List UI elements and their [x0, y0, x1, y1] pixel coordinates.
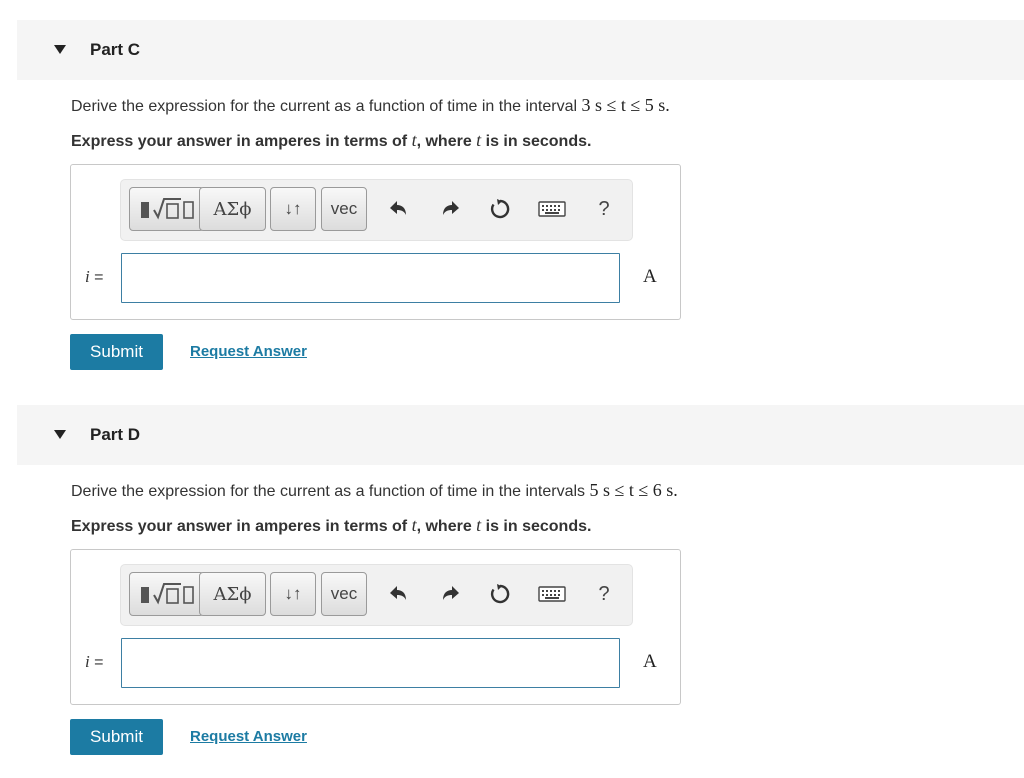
reset-icon[interactable] [485, 579, 515, 609]
question-text: Derive the expression for the current as… [71, 480, 678, 500]
unit-label: A [643, 266, 657, 287]
undo-icon[interactable] [383, 579, 413, 609]
answer-input[interactable] [121, 638, 620, 688]
arrows-button[interactable]: ↓↑ [270, 572, 316, 616]
question-text: Derive the expression for the current as… [71, 95, 670, 115]
templates-icon [140, 198, 194, 220]
variable-label: i = [85, 267, 104, 286]
request-answer-link[interactable]: Request Answer [190, 343, 307, 360]
part-c-header[interactable]: Part C [17, 20, 1024, 80]
part-c: Part C Derive the expression for the cur… [0, 20, 1024, 390]
keyboard-icon[interactable] [537, 579, 567, 609]
answer-box: ΑΣϕ ↓↑ vec ? i = A [70, 549, 681, 705]
redo-icon[interactable] [436, 579, 466, 609]
collapse-triangle-icon[interactable] [54, 430, 66, 439]
keyboard-icon[interactable] [537, 194, 567, 224]
redo-icon[interactable] [436, 194, 466, 224]
greek-symbols-button[interactable]: ΑΣϕ [199, 187, 266, 231]
greek-symbols-button[interactable]: ΑΣϕ [199, 572, 266, 616]
reset-icon[interactable] [485, 194, 515, 224]
collapse-triangle-icon[interactable] [54, 45, 66, 54]
help-button[interactable]: ? [589, 579, 619, 609]
vector-button[interactable]: vec [321, 572, 367, 616]
arrows-button[interactable]: ↓↑ [270, 187, 316, 231]
answer-box: ΑΣϕ ↓↑ vec ? i = A [70, 164, 681, 320]
answer-instruction: Express your answer in amperes in terms … [71, 515, 592, 535]
part-d-header[interactable]: Part D [17, 405, 1024, 465]
undo-icon[interactable] [383, 194, 413, 224]
vector-button[interactable]: vec [321, 187, 367, 231]
interval-math: 3 s ≤ t ≤ 5 s. [581, 95, 670, 115]
interval-math: 5 s ≤ t ≤ 6 s. [589, 480, 678, 500]
part-d: Part D Derive the expression for the cur… [0, 405, 1024, 778]
math-toolbar: ΑΣϕ ↓↑ vec ? [120, 179, 633, 241]
help-button[interactable]: ? [589, 194, 619, 224]
part-title: Part C [90, 40, 141, 59]
templates-button[interactable] [129, 187, 204, 231]
templates-icon [140, 583, 194, 605]
request-answer-link[interactable]: Request Answer [190, 728, 307, 745]
variable-label: i = [85, 652, 104, 671]
submit-button[interactable]: Submit [70, 719, 163, 755]
answer-input[interactable] [121, 253, 620, 303]
templates-button[interactable] [129, 572, 204, 616]
math-toolbar: ΑΣϕ ↓↑ vec ? [120, 564, 633, 626]
submit-button[interactable]: Submit [70, 334, 163, 370]
unit-label: A [643, 651, 657, 672]
part-title: Part D [90, 425, 141, 444]
answer-instruction: Express your answer in amperes in terms … [71, 130, 592, 150]
